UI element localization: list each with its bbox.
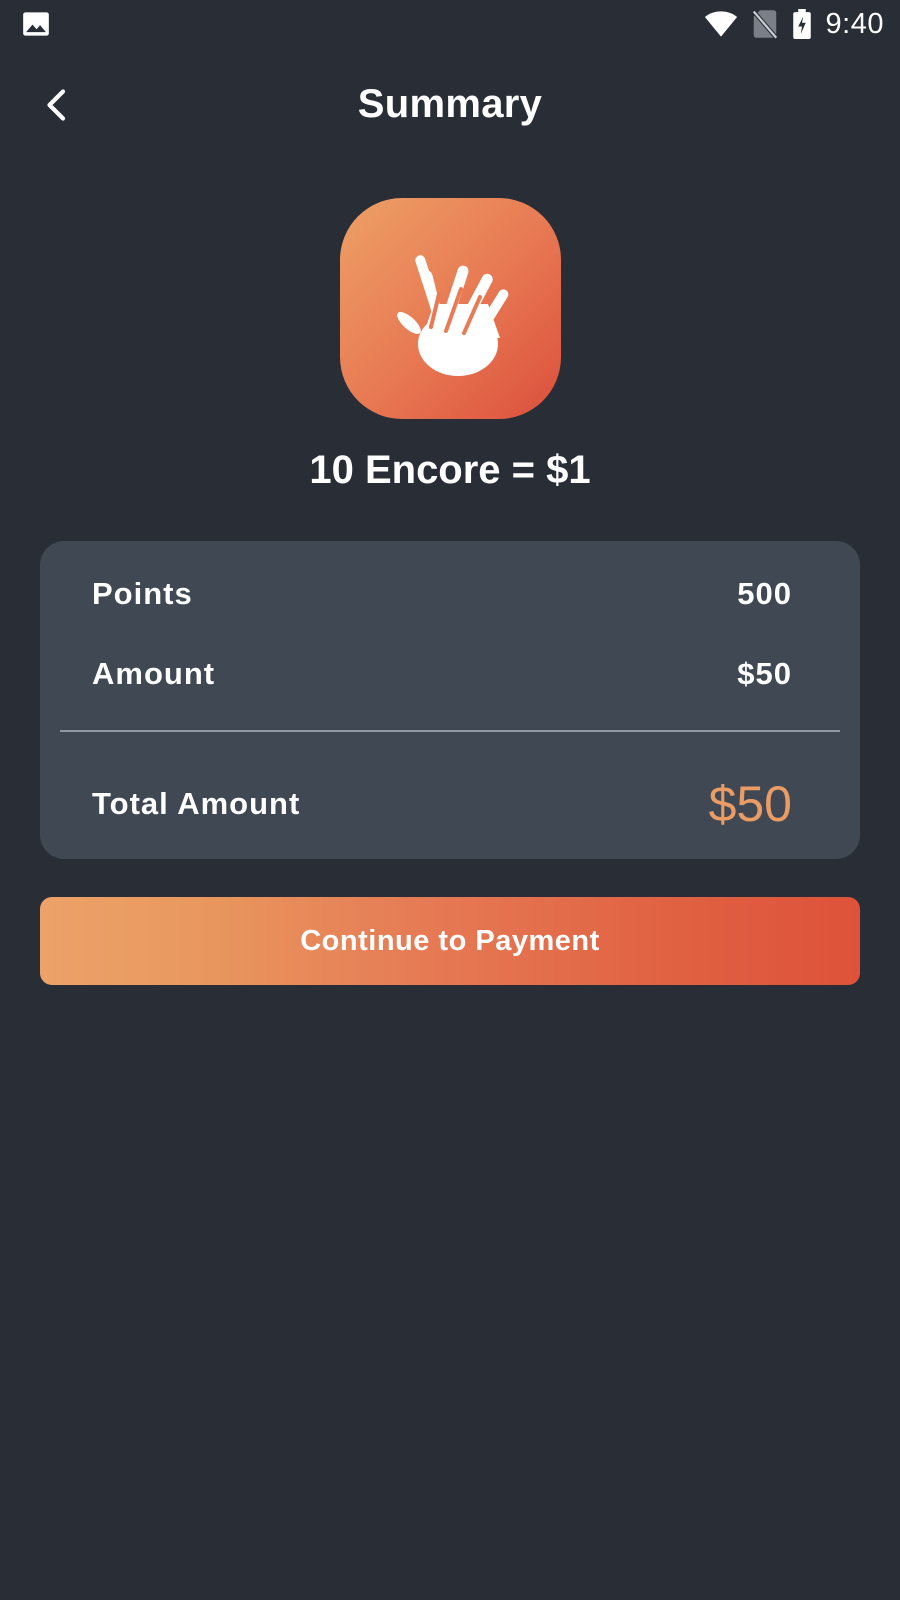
total-amount-label: Total Amount — [92, 786, 301, 821]
continue-to-payment-button[interactable]: Continue to Payment — [40, 897, 860, 985]
points-label: Points — [92, 576, 193, 611]
battery-charging-icon — [792, 9, 811, 39]
no-sim-icon — [751, 10, 778, 39]
amount-value: $50 — [737, 656, 792, 691]
app-logo — [340, 198, 561, 419]
total-amount-value: $50 — [708, 776, 792, 832]
amount-label: Amount — [92, 656, 216, 691]
status-time: 9:40 — [825, 7, 884, 40]
gallery-icon — [23, 12, 49, 36]
page-title: Summary — [357, 82, 543, 126]
high-five-hand-icon — [396, 254, 508, 376]
status-bar: 9:40 — [0, 0, 900, 48]
points-row: Points 500 — [92, 571, 792, 617]
amount-row: Amount $50 — [92, 651, 792, 697]
divider — [60, 730, 840, 732]
app-bar: Summary — [0, 60, 900, 150]
summary-card: Points 500 Amount $50 Total Amount $50 — [40, 541, 860, 859]
wifi-icon — [704, 11, 737, 37]
points-value: 500 — [737, 576, 792, 611]
total-row: Total Amount $50 — [92, 773, 792, 835]
conversion-rate: 10 Encore = $1 — [309, 448, 591, 492]
